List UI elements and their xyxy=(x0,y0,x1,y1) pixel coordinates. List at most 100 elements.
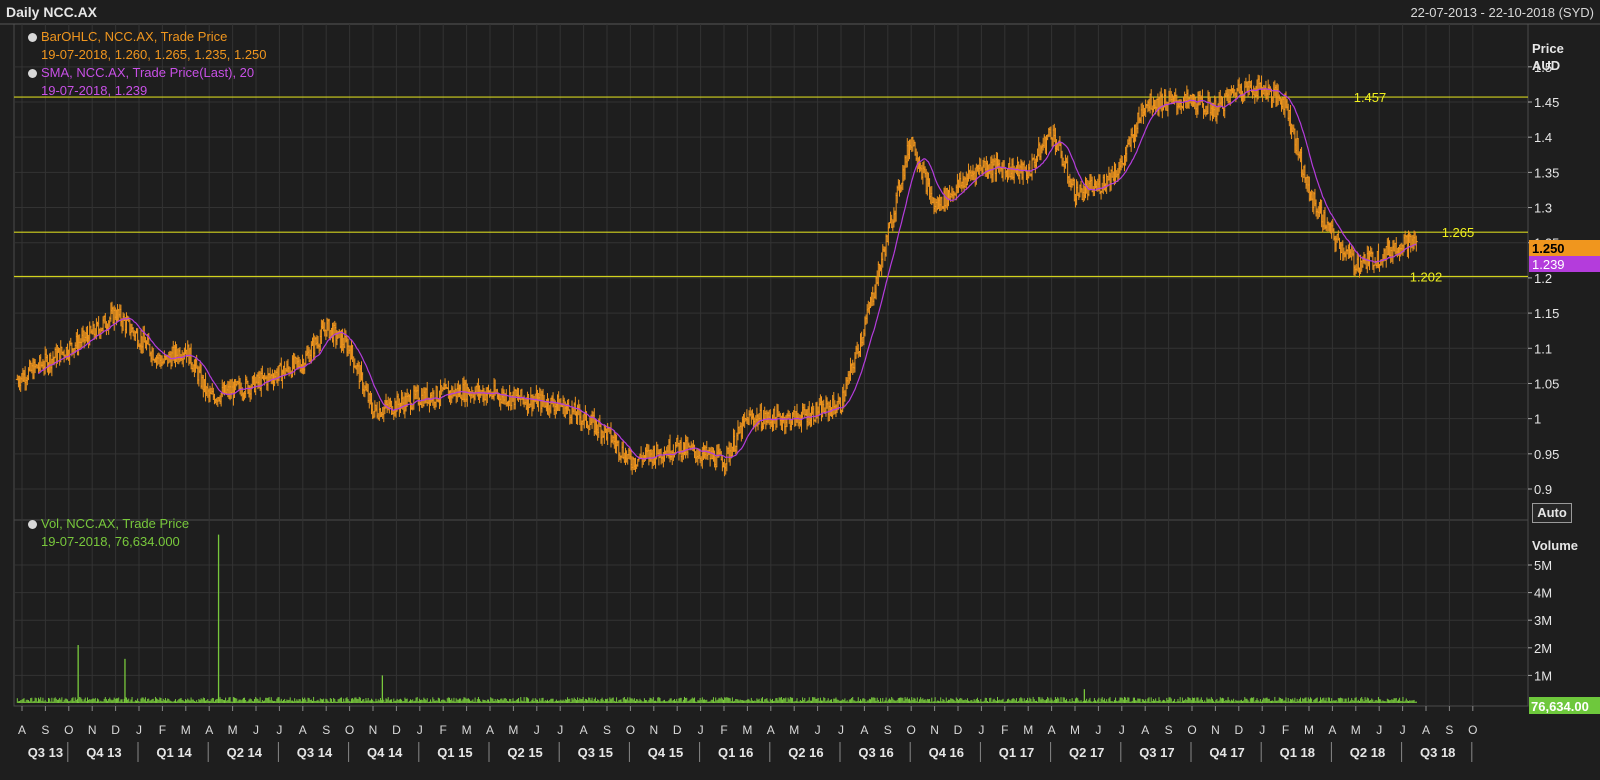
quarter-label: Q4 13 xyxy=(86,745,121,760)
month-label: J xyxy=(698,723,704,737)
month-label: O xyxy=(345,723,354,737)
price-tick-label: 1.45 xyxy=(1534,95,1559,110)
sma-line xyxy=(38,87,1417,460)
quarter-label: Q2 18 xyxy=(1350,745,1385,760)
quarter-label: Q4 17 xyxy=(1209,745,1244,760)
month-label: J xyxy=(978,723,984,737)
quarter-label: Q1 15 xyxy=(437,745,472,760)
price-tick-label: 0.95 xyxy=(1534,447,1559,462)
month-label: F xyxy=(159,723,166,737)
month-label: A xyxy=(486,723,494,737)
month-label: S xyxy=(603,723,611,737)
month-label: A xyxy=(205,723,213,737)
quarter-label: Q4 16 xyxy=(929,745,964,760)
month-label: A xyxy=(767,723,775,737)
reference-line-label: 1.202 xyxy=(1410,270,1443,285)
month-label: O xyxy=(1187,723,1196,737)
month-label: S xyxy=(41,723,49,737)
quarter-label: Q1 14 xyxy=(156,745,192,760)
price-tick-label: 1.4 xyxy=(1534,130,1552,145)
quarter-label: Q1 17 xyxy=(999,745,1034,760)
month-label: F xyxy=(1001,723,1008,737)
month-label: J xyxy=(1259,723,1265,737)
month-label: J xyxy=(815,723,821,737)
quarter-label: Q1 16 xyxy=(718,745,753,760)
month-label: F xyxy=(720,723,727,737)
month-label: A xyxy=(1048,723,1056,737)
month-label: N xyxy=(369,723,378,737)
quarter-label: Q2 17 xyxy=(1069,745,1104,760)
month-label: J xyxy=(136,723,142,737)
quarter-label: Q2 15 xyxy=(507,745,542,760)
quarter-label: Q3 17 xyxy=(1139,745,1174,760)
month-label: S xyxy=(1165,723,1173,737)
month-label: A xyxy=(18,723,26,737)
month-label: O xyxy=(907,723,916,737)
month-label: A xyxy=(580,723,588,737)
month-label: A xyxy=(1328,723,1336,737)
month-label: M xyxy=(1351,723,1361,737)
quarter-label: Q3 15 xyxy=(578,745,613,760)
price-tick-label: 1.35 xyxy=(1534,165,1559,180)
month-label: N xyxy=(649,723,658,737)
price-tick-label: 1.3 xyxy=(1534,201,1552,216)
quarter-label: Q2 14 xyxy=(227,745,263,760)
month-label: O xyxy=(1468,723,1477,737)
quarter-label: Q1 18 xyxy=(1280,745,1315,760)
month-label: S xyxy=(322,723,330,737)
price-volume-chart: 1.51.451.41.351.31.251.21.151.11.0510.95… xyxy=(0,23,1600,762)
quarter-label: Q2 16 xyxy=(788,745,823,760)
volume-tick-label: 1M xyxy=(1534,668,1552,683)
month-label: M xyxy=(1023,723,1033,737)
month-label: J xyxy=(276,723,282,737)
volume-tick-label: 3M xyxy=(1534,613,1552,628)
month-label: J xyxy=(1119,723,1125,737)
month-label: F xyxy=(1282,723,1289,737)
month-label: A xyxy=(1141,723,1149,737)
price-tick-label: 1.15 xyxy=(1534,306,1559,321)
month-label: M xyxy=(508,723,518,737)
month-label: J xyxy=(534,723,540,737)
month-label: M xyxy=(462,723,472,737)
month-label: J xyxy=(1376,723,1382,737)
month-label: D xyxy=(954,723,963,737)
month-label: N xyxy=(930,723,939,737)
volume-tick-label: 2M xyxy=(1534,641,1552,656)
month-label: J xyxy=(417,723,423,737)
price-tick-label: 1 xyxy=(1534,412,1541,427)
month-label: O xyxy=(64,723,73,737)
price-tick-label: 0.9 xyxy=(1534,482,1552,497)
month-label: D xyxy=(673,723,682,737)
quarter-label: Q3 16 xyxy=(858,745,893,760)
month-label: M xyxy=(1304,723,1314,737)
ohlc-bar-group xyxy=(15,74,1418,477)
quarter-label: Q3 18 xyxy=(1420,745,1455,760)
month-label: M xyxy=(181,723,191,737)
month-label: M xyxy=(789,723,799,737)
month-label: S xyxy=(884,723,892,737)
month-label: S xyxy=(1445,723,1453,737)
month-label: D xyxy=(392,723,401,737)
price-tick-label: 1.2 xyxy=(1534,271,1552,286)
month-label: D xyxy=(111,723,120,737)
month-label: J xyxy=(838,723,844,737)
quarter-label: Q3 14 xyxy=(297,745,333,760)
month-label: M xyxy=(228,723,238,737)
month-label: A xyxy=(299,723,307,737)
month-label: A xyxy=(1422,723,1430,737)
month-label: J xyxy=(1400,723,1406,737)
price-tick-label: 1.05 xyxy=(1534,376,1559,391)
month-label: O xyxy=(626,723,635,737)
month-label: J xyxy=(557,723,563,737)
volume-tick-label: 4M xyxy=(1534,586,1552,601)
reference-line-label: 1.265 xyxy=(1442,225,1475,240)
month-label: F xyxy=(440,723,447,737)
quarter-label: Q4 15 xyxy=(648,745,683,760)
volume-bar-group xyxy=(16,534,1417,703)
month-label: M xyxy=(1070,723,1080,737)
volume-tick-label: 5M xyxy=(1534,558,1552,573)
month-label: N xyxy=(88,723,97,737)
quarter-label: Q3 13 xyxy=(28,745,63,760)
reference-line-label: 1.457 xyxy=(1354,90,1387,105)
month-label: J xyxy=(253,723,259,737)
